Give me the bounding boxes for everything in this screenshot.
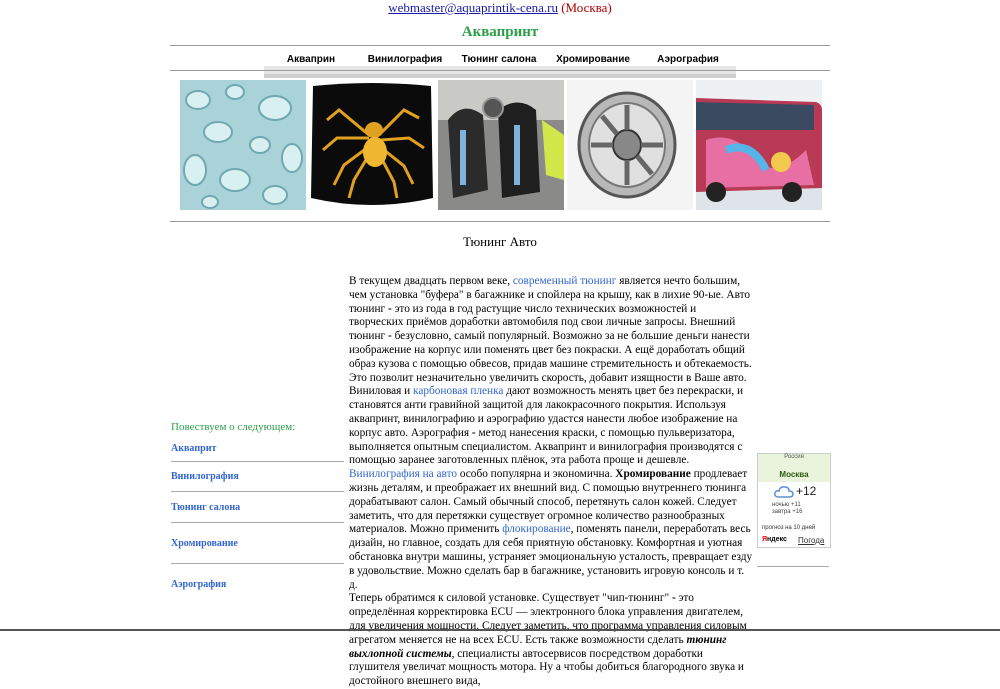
gallery-image-chrome-wheel bbox=[567, 80, 693, 210]
nav-item-aquaprint[interactable]: Акваприн bbox=[264, 53, 358, 66]
sidebar-link-aquaprint[interactable]: Аквaприт bbox=[171, 443, 216, 454]
sidebar-link-interior-tuning[interactable]: Тюнинг салона bbox=[171, 502, 240, 513]
nav-item-interior-tuning[interactable]: Тюнинг салона bbox=[452, 53, 546, 66]
weather-link[interactable]: Погода bbox=[798, 536, 824, 545]
sidebar-divider bbox=[171, 563, 344, 564]
weather-10-day-link[interactable]: прогноз на 10 дней bbox=[762, 525, 815, 531]
link-carbon-film[interactable]: карбоновая пленка bbox=[413, 385, 503, 397]
image-gallery bbox=[180, 80, 822, 210]
city-label: (Москва) bbox=[561, 0, 612, 15]
gallery-image-spider-hood bbox=[309, 80, 435, 210]
weather-city: Москва bbox=[758, 470, 830, 482]
article-paragraph: В текущем двадцать первом веке, современ… bbox=[349, 275, 753, 592]
article-paragraph: Теперь обратимся к силовой установке. Су… bbox=[349, 592, 753, 689]
link-modern-tuning[interactable]: современный тюнинг bbox=[513, 275, 617, 287]
sidebar-divider bbox=[171, 522, 344, 523]
weather-divider bbox=[757, 566, 829, 567]
article-text: особо популярна и экономична. bbox=[457, 468, 616, 481]
nav-item-chrome[interactable]: Хромирование bbox=[546, 53, 640, 66]
weather-temperature: +12 bbox=[796, 484, 817, 498]
sidebar-link-airbrush[interactable]: Аэрография bbox=[171, 579, 226, 590]
page-title: Тюнинг Авто bbox=[463, 234, 537, 249]
contact-line: webmaster@aquaprintik-cena.ru (Москва) bbox=[0, 0, 1000, 16]
link-vinylography-auto[interactable]: Винилография на авто bbox=[349, 468, 457, 480]
sidebar-link-vinylography[interactable]: Винилография bbox=[171, 471, 239, 482]
nav-item-vinylography[interactable]: Винилография bbox=[358, 53, 452, 66]
article-bold-chrome: Хромирование bbox=[615, 468, 691, 481]
sidebar-link-chrome[interactable]: Хромирование bbox=[171, 538, 238, 549]
article-text: Теперь обратимся к силовой установке. Су… bbox=[349, 592, 672, 605]
header-divider-top bbox=[170, 45, 830, 46]
article-body: В текущем двадцать первом веке, современ… bbox=[349, 275, 753, 689]
yandex-logo-rest: ндекс bbox=[767, 536, 787, 543]
sidebar-heading: Повествуем о следующем: bbox=[171, 421, 296, 433]
yandex-logo: Яндекс bbox=[762, 536, 787, 543]
gallery-image-water-drops bbox=[180, 80, 306, 210]
weather-country: Россия bbox=[758, 454, 830, 470]
nav-item-airbrush[interactable]: Аэрография bbox=[640, 53, 736, 66]
link-flocking[interactable]: флокирование bbox=[502, 523, 570, 535]
site-title: Аквапринт bbox=[461, 24, 539, 40]
gallery-image-painted-bus bbox=[696, 80, 822, 210]
weather-tomorrow: завтра +16 bbox=[772, 509, 803, 515]
cloud-icon bbox=[774, 486, 794, 498]
main-nav: Акваприн Винилография Тюнинг салона Хром… bbox=[264, 53, 736, 78]
gallery-divider bbox=[170, 221, 830, 222]
gallery-image-car-interior bbox=[438, 80, 564, 210]
sidebar-divider bbox=[171, 491, 344, 492]
email-link[interactable]: webmaster@aquaprintik-cena.ru bbox=[388, 0, 558, 15]
weather-widget[interactable]: Россия Москва +12 ночью +11 завтра +16 п… bbox=[757, 453, 831, 548]
sidebar-divider bbox=[171, 461, 344, 462]
weather-night: ночью +11 bbox=[772, 502, 801, 508]
article-text: В текущем двадцать первом веке, bbox=[349, 275, 513, 287]
nav-divider bbox=[170, 70, 830, 71]
